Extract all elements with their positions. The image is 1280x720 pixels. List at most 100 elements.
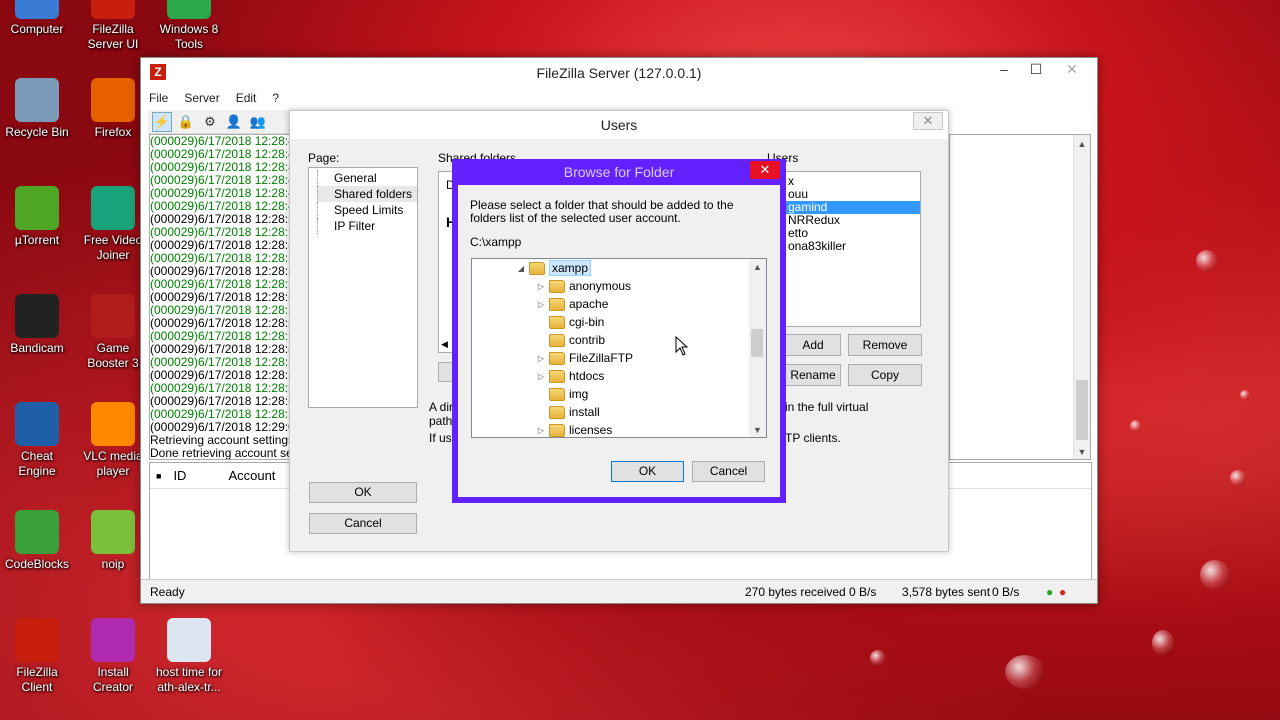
browse-close-icon[interactable]: ✕ [750, 161, 780, 179]
desktop-icon[interactable]: Firefox [78, 78, 148, 140]
menu-help[interactable]: ? [272, 91, 279, 105]
menu-server[interactable]: Server [184, 91, 219, 105]
desktop-icon[interactable]: FileZilla Server UI [78, 0, 148, 52]
folder-node[interactable]: ▷ FileZillaFTP [536, 349, 633, 367]
desktop-icon[interactable]: Install Creator [78, 618, 148, 695]
desktop-icon[interactable]: Game Booster 3 [78, 294, 148, 371]
computer-icon [15, 0, 59, 19]
page-ip-filter[interactable]: IP Filter [317, 218, 417, 234]
desktop-icon[interactable]: Bandicam [2, 294, 72, 356]
status-bar: Ready 270 bytes received 0 B/s 3,578 byt… [141, 579, 1097, 603]
copy-user-button[interactable]: Copy [848, 364, 922, 386]
folder-node[interactable]: ▷ anonymous [536, 277, 631, 295]
folder-tree[interactable]: ▲ ▼ ◢ xampp ▷ anonymous ▷ apache cgi-bin contri… [471, 258, 767, 438]
log-scrollbar[interactable]: ▲ ▼ [1073, 135, 1090, 459]
desktop-icon[interactable]: µTorrent [2, 186, 72, 248]
help-text-fragment-3: in the full virtual [785, 400, 869, 414]
desktop-icon-label: Computer [10, 22, 64, 36]
page-speed-limits[interactable]: Speed Limits [317, 202, 417, 218]
server-log[interactable]: (000029)6/17/2018 12:28:49 (000029)6/17/2… [149, 134, 291, 460]
browse-ok-button[interactable]: OK [611, 461, 684, 482]
menu-file[interactable]: File [149, 91, 168, 105]
col-id[interactable]: ID [173, 468, 228, 483]
lock-icon[interactable]: 🔒 [176, 112, 196, 132]
desktop-icon[interactable]: Windows 8 Tools [154, 0, 224, 52]
maximize-button[interactable]: ☐ [1019, 58, 1053, 80]
expand-arrow-icon[interactable]: ▷ [536, 426, 546, 435]
page-tree[interactable]: General Shared folders Speed Limits IP F… [308, 167, 418, 408]
folder-node[interactable]: ▷ htdocs [536, 367, 604, 385]
help-text-fragment-4: TP clients. [785, 431, 841, 445]
folder-icon [549, 279, 565, 293]
title-bar[interactable]: Z FileZilla Server (127.0.0.1) – ☐ ✕ [141, 58, 1097, 88]
browse-title-bar[interactable]: Browse for Folder ✕ [458, 159, 780, 185]
desktop-icon[interactable]: Cheat Engine [2, 402, 72, 479]
window-title: FileZilla Server (127.0.0.1) [536, 65, 702, 81]
add-user-button[interactable]: Add [785, 334, 841, 356]
desktop-icon-label: noip [101, 557, 125, 571]
hscroll-left-icon[interactable]: ◀ [441, 339, 448, 350]
desktop-icon-label: Windows 8 Tools [159, 22, 219, 51]
users-ok-button[interactable]: OK [309, 482, 417, 503]
users-icon[interactable]: 👤 [224, 112, 244, 132]
folder-icon [529, 261, 545, 275]
page-shared-folders[interactable]: Shared folders [317, 186, 417, 202]
utorrent-icon [15, 186, 59, 230]
folder-node[interactable]: img [536, 385, 588, 403]
rename-user-button[interactable]: Rename [785, 364, 841, 386]
activate-icon[interactable]: ⚡ [152, 111, 172, 132]
install-creator-icon [91, 618, 135, 662]
connections-panel: ▲ ▼ [949, 134, 1091, 460]
settings-icon[interactable]: ⚙ [200, 112, 220, 132]
folder-node[interactable]: ▷ apache [536, 295, 608, 313]
desktop-icon[interactable]: Computer [2, 0, 72, 37]
desktop-icon-label: FileZilla Client [16, 665, 58, 694]
users-list[interactable]: x ouu gamind NRRedux etto ona83killer [785, 171, 921, 327]
remove-user-button[interactable]: Remove [848, 334, 922, 356]
menu-edit[interactable]: Edit [236, 91, 257, 105]
users-cancel-button[interactable]: Cancel [309, 513, 417, 534]
desktop-icon[interactable]: Recycle Bin [2, 78, 72, 140]
users-dialog-title[interactable]: Users [290, 111, 948, 139]
users-close-icon[interactable]: ✕ [913, 112, 943, 130]
user-item[interactable]: ona83killer [786, 240, 920, 253]
expand-arrow-icon[interactable]: ▷ [536, 354, 546, 363]
desktop-icon[interactable]: Free Video Joiner [78, 186, 148, 263]
browse-cancel-button[interactable]: Cancel [692, 461, 765, 482]
page-general[interactable]: General [317, 170, 417, 186]
folder-node[interactable]: cgi-bin [536, 313, 604, 331]
folder-name: htdocs [569, 369, 605, 383]
folder-name: contrib [569, 333, 606, 347]
desktop-icon-label: Free Video Joiner [83, 233, 143, 262]
groups-icon[interactable]: 👥 [248, 112, 268, 132]
expand-arrow-icon[interactable]: ◢ [516, 264, 526, 273]
recv-rate: 0 B/s [849, 584, 877, 599]
desktop-icon[interactable]: VLC media player [78, 402, 148, 479]
log-line: Done retrieving account settir [150, 446, 291, 460]
expand-arrow-icon[interactable]: ▷ [536, 282, 546, 291]
folder-node[interactable]: ▷ licenses [536, 421, 613, 437]
tree-scrollbar[interactable]: ▲ ▼ [749, 259, 766, 437]
expand-arrow-icon[interactable]: ▷ [536, 372, 546, 381]
desktop-icon[interactable]: FileZilla Client [2, 618, 72, 695]
desktop-icon-label: Firefox [94, 125, 132, 139]
minimize-button[interactable]: – [987, 58, 1021, 80]
desktop-icon[interactable]: CodeBlocks [2, 510, 72, 572]
recycle-bin-icon [15, 78, 59, 122]
folder-node[interactable]: ◢ xampp [516, 259, 592, 277]
folder-node[interactable]: install [536, 403, 600, 421]
close-button[interactable]: ✕ [1055, 58, 1089, 80]
folder-icon [549, 297, 565, 311]
folder-node[interactable]: contrib [536, 331, 605, 349]
video-joiner-icon [91, 186, 135, 230]
bytes-received: 270 bytes received [745, 584, 846, 599]
desktop-icon[interactable]: host time for ath-alex-tr... [154, 618, 224, 695]
folder-name: licenses [569, 423, 613, 437]
desktop-icon[interactable]: noip [78, 510, 148, 572]
status-ready: Ready [150, 584, 185, 599]
expand-arrow-icon[interactable]: ▷ [536, 300, 546, 309]
desktop-icon-label: Install Creator [92, 665, 133, 694]
filezilla-server-icon [91, 0, 135, 19]
col-account[interactable]: Account [228, 468, 275, 483]
mouse-cursor-icon [675, 336, 689, 356]
